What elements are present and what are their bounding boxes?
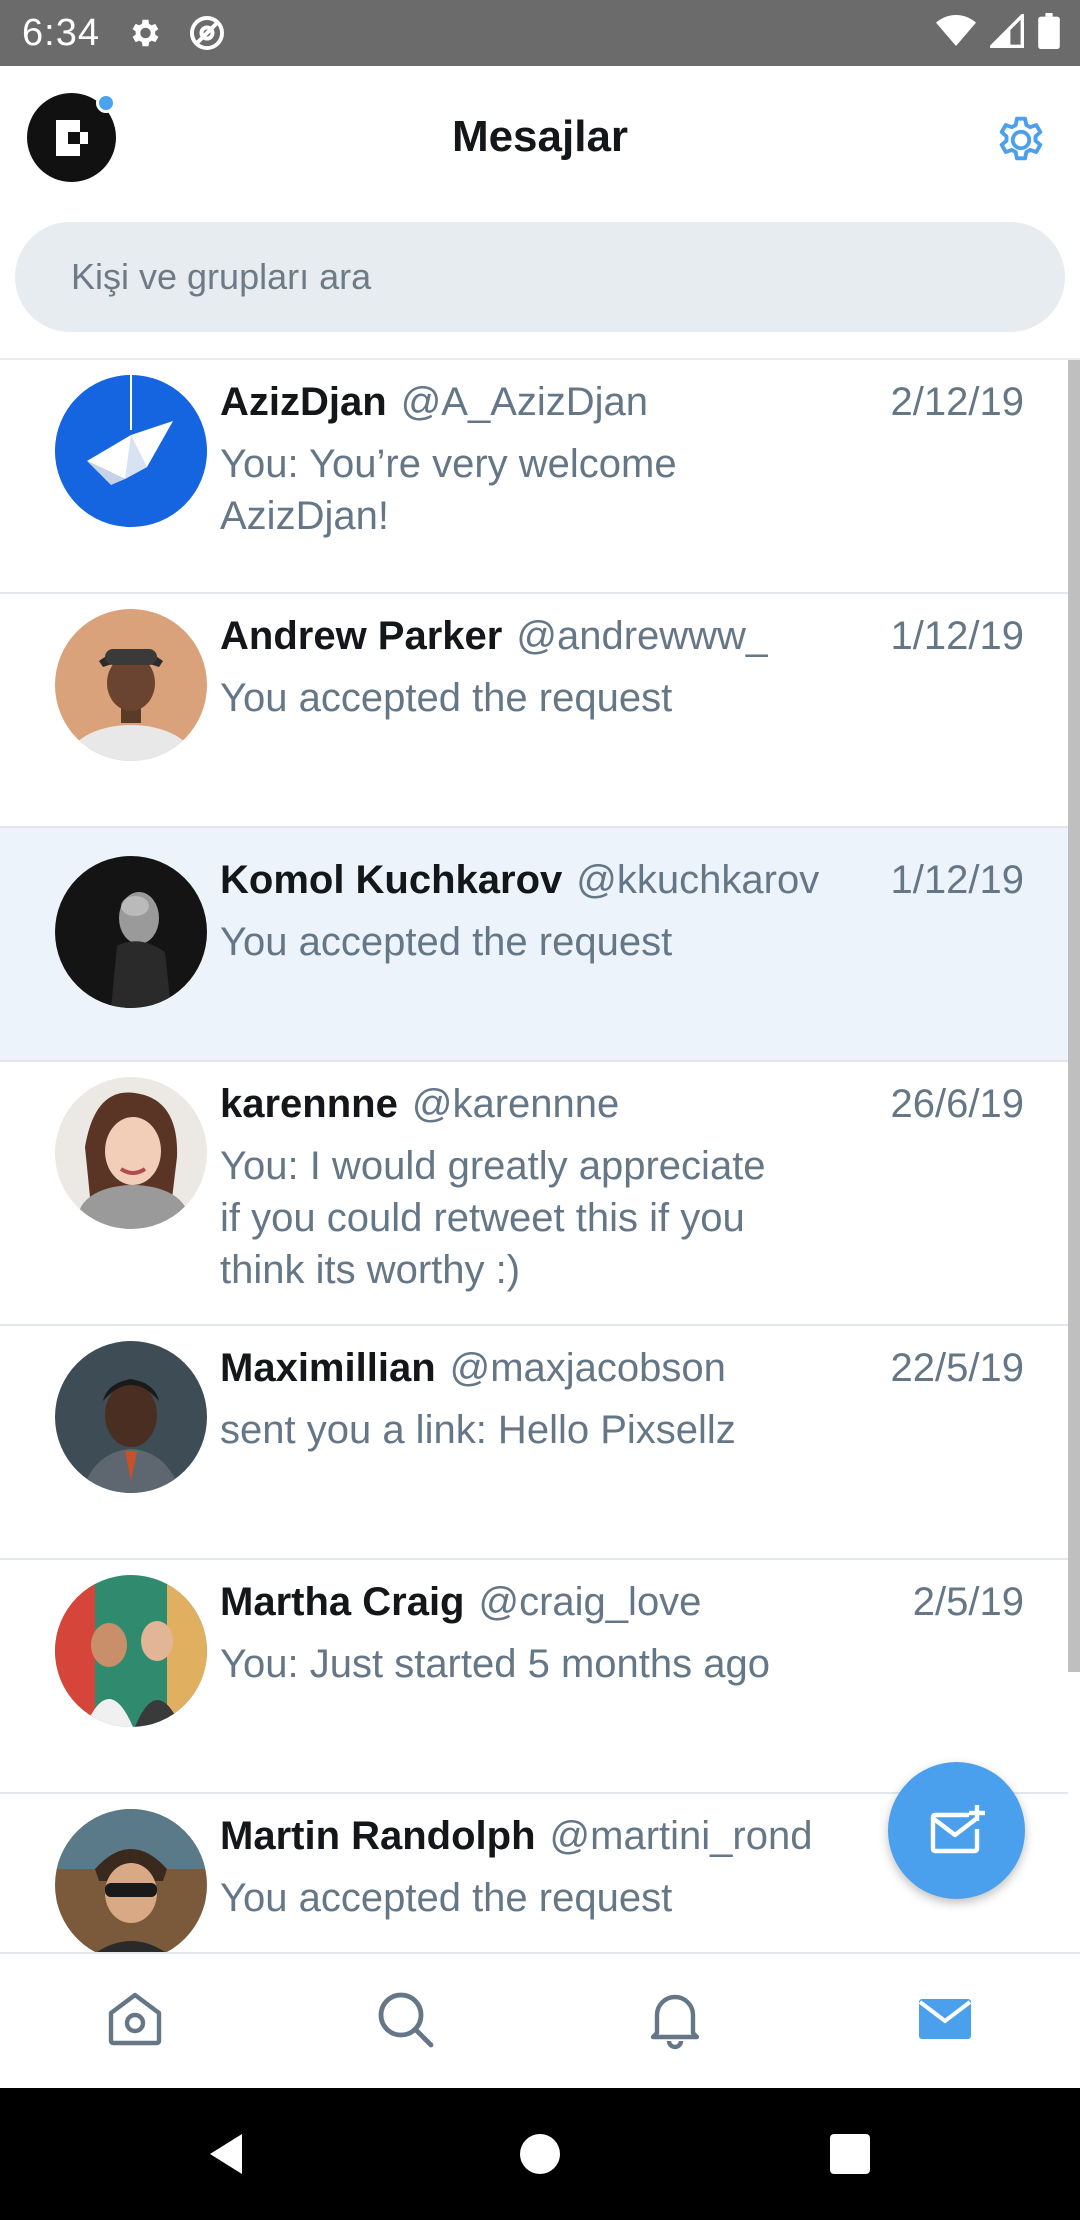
contact-name: Komol Kuchkarov	[220, 858, 563, 902]
contact-handle: @maxjacobson	[449, 1346, 726, 1390]
conversation-row[interactable]: Andrew Parker @andrewww_ 1/12/19 You acc…	[0, 594, 1068, 828]
message-preview: You accepted the request	[220, 916, 840, 968]
recents-icon	[830, 2134, 870, 2174]
preview-line: You accepted the request	[220, 920, 673, 964]
message-date: 26/6/19	[890, 1082, 1024, 1126]
battery-icon	[1038, 12, 1060, 54]
avatar-photo	[55, 1077, 207, 1229]
nav-messages[interactable]	[900, 1974, 990, 2064]
contact-name: Maximillian	[220, 1346, 436, 1390]
header: Mesajlar	[0, 66, 1080, 210]
avatar[interactable]	[55, 375, 207, 527]
home-button[interactable]	[510, 2124, 570, 2184]
message-date: 1/12/19	[890, 614, 1024, 658]
contact-name: karennne	[220, 1082, 398, 1126]
message-preview: You accepted the request	[220, 1872, 840, 1924]
contact-handle: @kkuchkarov	[576, 858, 820, 902]
preview-line: think its worthy :)	[220, 1248, 521, 1292]
new-message-button[interactable]	[888, 1762, 1025, 1899]
avatar-photo	[55, 609, 207, 761]
contact-name: Martha Craig	[220, 1580, 465, 1624]
avatar[interactable]	[55, 1077, 207, 1229]
contact-handle: @craig_love	[478, 1580, 702, 1624]
gear-icon	[126, 15, 162, 51]
conversation-row[interactable]: Martha Craig @craig_love 2/5/19 You: Jus…	[0, 1560, 1068, 1794]
preview-line: sent you a link: Hello Pixsellz	[220, 1408, 736, 1452]
contact-name: Martin Randolph	[220, 1814, 536, 1858]
message-preview: You accepted the request	[220, 672, 840, 724]
page-title: Mesajlar	[451, 112, 629, 161]
status-bar: 6:34	[0, 0, 1080, 66]
home-circle-icon	[520, 2134, 560, 2174]
home-icon	[108, 1992, 162, 2046]
preview-line: AzizDjan!	[220, 494, 389, 538]
contact-handle: @A_AzizDjan	[400, 380, 649, 424]
wifi-icon	[936, 14, 976, 53]
message-date: 2/5/19	[912, 1580, 1024, 1624]
nav-home[interactable]	[90, 1974, 180, 2064]
preview-line: You: Just started 5 months ago	[220, 1642, 770, 1686]
preview-line: You accepted the request	[220, 1876, 673, 1920]
preview-line: if you could retweet this if you	[220, 1196, 745, 1240]
avatar[interactable]	[55, 1341, 207, 1493]
search-input[interactable]	[71, 256, 971, 298]
system-nav	[0, 2088, 1080, 2220]
search-icon	[378, 1992, 434, 2048]
signal-icon	[987, 11, 1024, 53]
notification-dot	[96, 93, 116, 113]
avatar-photo	[55, 1575, 207, 1727]
scrollbar[interactable]	[1068, 360, 1080, 1672]
message-date: 22/5/19	[890, 1346, 1024, 1390]
conversation-row[interactable]: AzizDjan @A_AzizDjan 2/12/19 You: You’re…	[0, 360, 1068, 594]
avatar[interactable]	[55, 1809, 207, 1952]
preview-line: You: I would greatly appreciate	[220, 1144, 766, 1188]
mail-icon	[918, 1999, 972, 2039]
nav-search[interactable]	[360, 1974, 450, 2064]
status-time: 6:34	[22, 11, 100, 54]
message-date: 1/12/19	[890, 858, 1024, 902]
bottom-nav	[0, 1952, 1080, 2088]
new-message-icon	[930, 1804, 985, 1853]
message-preview: sent you a link: Hello Pixsellz	[220, 1404, 840, 1456]
avatar[interactable]	[55, 609, 207, 761]
conversation-row[interactable]: Maximillian @maxjacobson 22/5/19 sent yo…	[0, 1326, 1068, 1560]
conversation-row[interactable]: Komol Kuchkarov @kkuchkarov 1/12/19 You …	[0, 828, 1068, 1062]
nav-notifications[interactable]	[630, 1974, 720, 2064]
at-sign-icon	[188, 14, 226, 52]
settings-button[interactable]	[989, 108, 1053, 172]
recents-button[interactable]	[820, 2124, 880, 2184]
message-preview: You: You’re very welcome AzizDjan!	[220, 438, 840, 542]
preview-line: You: You’re very welcome	[220, 442, 677, 486]
contact-handle: @andrewww_	[516, 614, 769, 658]
conversation-row[interactable]: karennne @karennne 26/6/19 You: I would …	[0, 1062, 1068, 1326]
status-right	[936, 0, 1060, 66]
message-preview: You: I would greatly appreciate if you c…	[220, 1140, 840, 1296]
contact-handle: @martini_rond	[549, 1814, 813, 1858]
bell-icon	[650, 1994, 700, 2050]
message-date: 2/12/19	[890, 380, 1024, 424]
back-button[interactable]	[196, 2124, 256, 2184]
contact-name: Andrew Parker	[220, 614, 503, 658]
contact-name: AzizDjan	[220, 380, 387, 424]
avatar-photo	[55, 1341, 207, 1493]
paper-crane-icon	[55, 375, 207, 527]
search-bar[interactable]	[15, 222, 1065, 332]
gear-icon	[999, 116, 1043, 161]
avatar[interactable]	[55, 1575, 207, 1727]
back-icon	[210, 2134, 242, 2174]
avatar-photo	[55, 856, 207, 1008]
message-preview: You: Just started 5 months ago	[220, 1638, 840, 1690]
avatar-photo	[55, 1809, 207, 1952]
contact-handle: @karennne	[411, 1082, 620, 1126]
conversation-list[interactable]: AzizDjan @A_AzizDjan 2/12/19 You: You’re…	[0, 360, 1068, 1952]
avatar[interactable]	[55, 856, 207, 1008]
preview-line: You accepted the request	[220, 676, 673, 720]
